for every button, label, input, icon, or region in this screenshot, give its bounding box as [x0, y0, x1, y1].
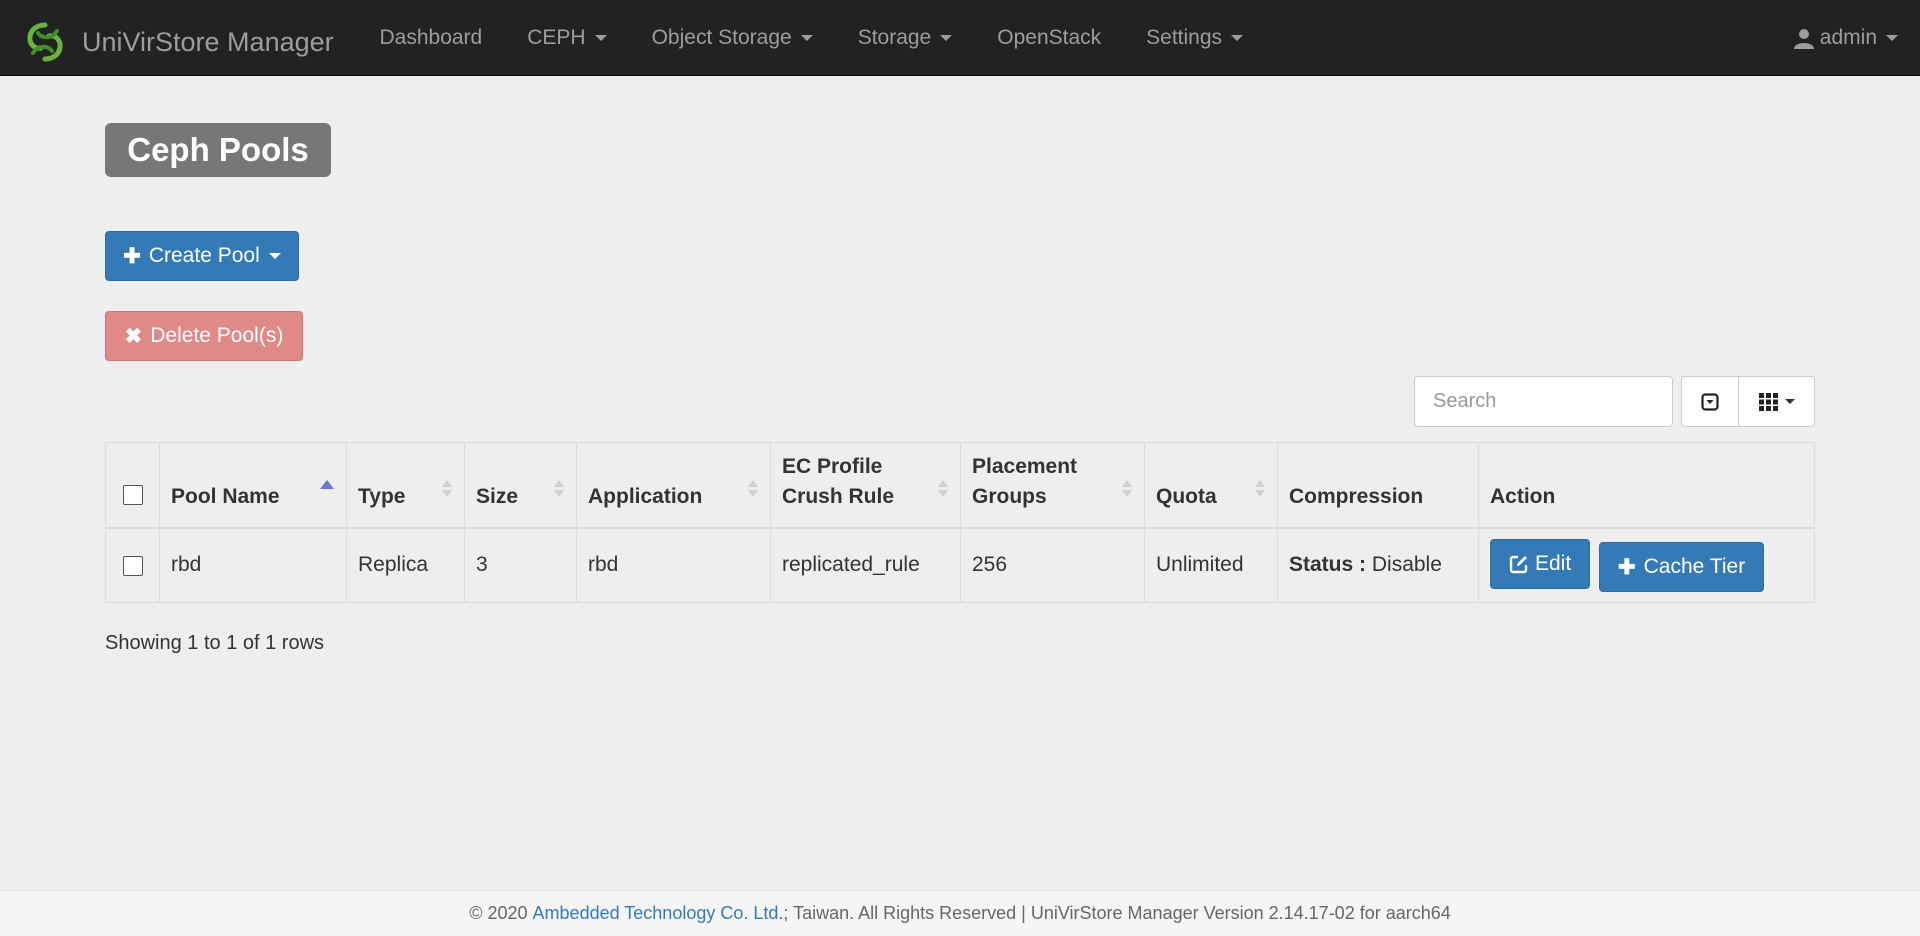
header-size[interactable]: Size [464, 442, 577, 528]
nav-dashboard-label: Dashboard [379, 26, 483, 49]
row-select-cell [105, 527, 160, 603]
cell-pool-name: rbd [159, 527, 347, 603]
footer-copyright: © 2020 [469, 903, 533, 923]
edit-button[interactable]: Edit [1490, 538, 1591, 589]
cell-actions: Edit ✚ Cache Tier [1478, 527, 1815, 603]
chevron-down-icon [800, 35, 813, 41]
pools-table: Pool Name Type Size Application EC Profi… [105, 442, 1815, 603]
nav-settings-dropdown[interactable]: Settings [1124, 0, 1266, 76]
search-input[interactable] [1414, 376, 1673, 427]
chevron-down-icon [594, 35, 607, 41]
header-application-label: Application [588, 484, 703, 508]
header-placement-groups[interactable]: Placement Groups [960, 442, 1145, 528]
brand[interactable]: UniVirStore Manager [24, 20, 334, 64]
univirstore-logo-icon [27, 22, 63, 62]
close-icon: ✖ [124, 324, 143, 348]
cell-compression: Status : Disable [1277, 527, 1479, 603]
row-checkbox[interactable] [122, 555, 143, 576]
cell-crush-rule: replicated_rule [770, 527, 961, 603]
nav-openstack-label: OpenStack [997, 26, 1102, 49]
table-toolbar [1681, 376, 1815, 427]
select-all-header [105, 442, 160, 528]
cell-type: Replica [346, 527, 465, 603]
sort-icon [554, 480, 564, 497]
cell-application: rbd [576, 527, 771, 603]
header-pool-name[interactable]: Pool Name [159, 442, 347, 528]
chevron-down-icon [940, 35, 953, 41]
header-quota-label: Quota [1156, 484, 1217, 508]
table-row: rbd Replica 3 rbd replicated_rule 256 Un… [105, 527, 1815, 603]
plus-icon: ✚ [1618, 555, 1636, 579]
cache-tier-button-label: Cache Tier [1643, 555, 1746, 578]
chevron-down-icon [1231, 35, 1244, 41]
grid-columns-icon [1758, 392, 1778, 411]
main-nav: Dashboard CEPH Object Storage Storage Op… [357, 0, 1266, 76]
delete-pools-label: Delete Pool(s) [150, 324, 284, 347]
top-navbar: UniVirStore Manager Dashboard CEPH Objec… [0, 0, 1920, 76]
sort-asc-icon [320, 480, 334, 489]
header-quota[interactable]: Quota [1144, 442, 1278, 528]
header-type[interactable]: Type [346, 442, 465, 528]
sort-icon [1122, 480, 1132, 497]
header-size-label: Size [476, 484, 519, 508]
table-header-row: Pool Name Type Size Application EC Profi… [105, 442, 1815, 528]
columns-dropdown-button[interactable] [1739, 377, 1814, 426]
brand-name: UniVirStore Manager [82, 26, 334, 57]
header-application[interactable]: Application [576, 442, 771, 528]
sort-icon [442, 480, 452, 497]
nav-ceph-label: CEPH [527, 26, 586, 49]
cell-placement-groups: 256 [960, 527, 1145, 603]
chevron-down-icon [1886, 35, 1898, 41]
nav-storage-dropdown[interactable]: Storage [835, 0, 975, 76]
nav-dashboard[interactable]: Dashboard [357, 0, 505, 76]
nav-ceph-dropdown[interactable]: CEPH [505, 0, 629, 76]
nav-object-storage-dropdown[interactable]: Object Storage [629, 0, 835, 76]
sort-icon [938, 480, 948, 497]
compression-status-value: Disable [1371, 553, 1442, 577]
cache-tier-button[interactable]: ✚ Cache Tier [1599, 542, 1765, 592]
page-title: Ceph Pools [105, 123, 331, 177]
cell-size: 3 [464, 527, 577, 603]
edit-button-label: Edit [1535, 551, 1572, 575]
nav-openstack[interactable]: OpenStack [975, 0, 1124, 76]
nav-storage-label: Storage [857, 26, 932, 49]
cell-quota: Unlimited [1144, 527, 1278, 603]
toggle-view-button[interactable] [1682, 377, 1739, 426]
select-all-checkbox[interactable] [122, 484, 143, 505]
compression-status-label: Status : [1289, 553, 1367, 577]
footer-rights: ; Taiwan. All Rights Reserved | UniVirSt… [783, 903, 1451, 923]
header-action: Action [1478, 442, 1815, 528]
create-pool-button[interactable]: ✚ Create Pool [105, 231, 299, 281]
toggle-view-icon [1701, 392, 1719, 411]
footer-company-link[interactable]: Ambedded Technology Co. Ltd. [533, 903, 784, 924]
header-groups-label: Groups [972, 484, 1047, 508]
footer: © 2020 Ambedded Technology Co. Ltd.; Tai… [0, 890, 1920, 936]
sort-icon [748, 480, 758, 497]
header-ec-profile-label: EC Profile [782, 454, 883, 478]
chevron-down-icon [1784, 399, 1795, 404]
header-placement-label: Placement [972, 454, 1078, 478]
nav-settings-label: Settings [1146, 26, 1223, 49]
delete-pools-button[interactable]: ✖ Delete Pool(s) [105, 311, 303, 361]
header-ec-profile[interactable]: EC Profile Crush Rule [770, 442, 961, 528]
header-pool-name-label: Pool Name [171, 484, 280, 508]
header-crush-rule-label: Crush Rule [782, 484, 895, 508]
header-compression: Compression [1277, 442, 1479, 528]
edit-icon [1509, 555, 1528, 573]
pagination-info: Showing 1 to 1 of 1 rows [105, 632, 325, 654]
header-type-label: Type [358, 484, 406, 508]
create-pool-label: Create Pool [148, 244, 260, 267]
plus-icon: ✚ [123, 244, 141, 268]
user-menu[interactable]: admin [1793, 0, 1898, 76]
chevron-down-icon [268, 253, 281, 259]
header-action-label: Action [1490, 484, 1556, 508]
user-name: admin [1819, 26, 1877, 49]
nav-object-storage-label: Object Storage [651, 26, 792, 49]
user-icon [1793, 29, 1814, 49]
header-compression-label: Compression [1289, 484, 1424, 508]
sort-icon [1255, 480, 1265, 497]
